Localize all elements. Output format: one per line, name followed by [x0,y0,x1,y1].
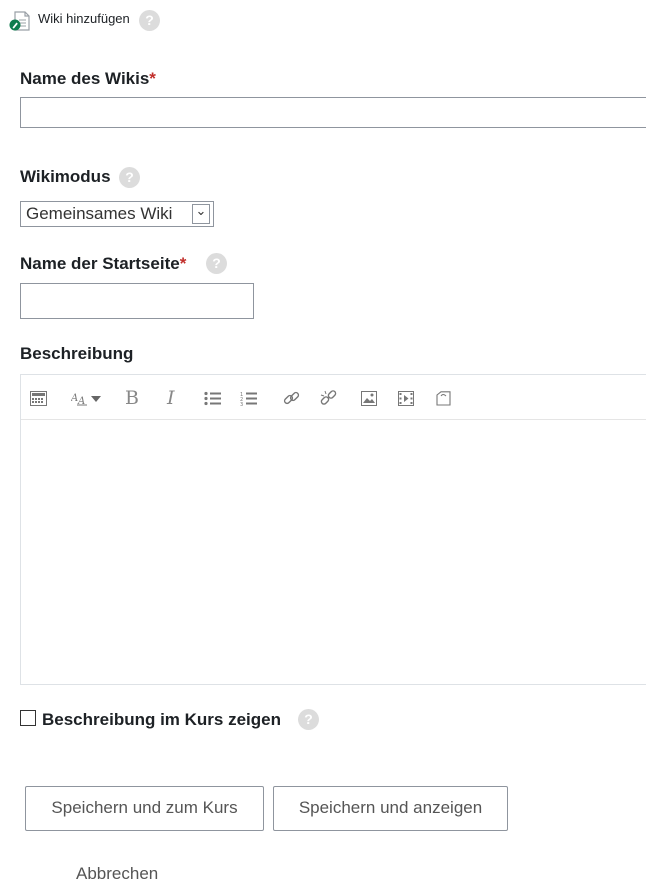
start-page-input[interactable] [20,283,254,319]
cancel-button[interactable]: Abbrechen [76,864,158,884]
wiki-name-label: Name des Wikis* [20,69,156,88]
ordered-list-icon[interactable]: 1 2 3 [240,391,257,411]
wiki-mode-label: Wikimodus [20,167,111,186]
image-icon[interactable] [361,391,377,411]
required-mark: * [149,69,156,88]
toolbar-toggle-icon[interactable] [30,391,47,411]
toolbar-divider [21,419,646,420]
show-description-label: Beschreibung im Kurs zeigen [42,710,281,729]
description-label: Beschreibung [20,344,134,363]
wiki-icon [9,10,31,37]
save-and-display-button[interactable]: Speichern und anzeigen [273,786,508,831]
font-style-icon[interactable]: A A [70,391,103,411]
manage-files-icon[interactable] [436,391,451,411]
page-title: Wiki hinzufügen [38,11,130,26]
wiki-mode-select[interactable]: Gemeinsames Wiki ⌄ [20,201,214,227]
description-editor[interactable] [20,374,646,685]
bold-icon[interactable]: B [125,387,139,409]
help-icon[interactable]: ? [298,709,319,730]
save-and-return-button[interactable]: Speichern und zum Kurs [25,786,264,831]
wiki-name-input[interactable] [20,97,646,128]
svg-text:3: 3 [240,402,243,406]
wiki-mode-selected: Gemeinsames Wiki [26,204,173,223]
help-icon[interactable]: ? [119,167,140,188]
chevron-down-icon: ⌄ [192,204,210,224]
unlink-icon[interactable] [320,390,337,411]
link-icon[interactable] [283,391,300,411]
start-page-label: Name der Startseite* [20,254,187,273]
show-description-checkbox[interactable] [20,710,36,726]
help-icon[interactable]: ? [139,10,160,31]
italic-icon[interactable]: I [167,387,175,409]
media-icon[interactable] [398,391,414,411]
help-icon[interactable]: ? [206,253,227,274]
unordered-list-icon[interactable] [204,391,221,411]
required-mark: * [179,254,187,273]
